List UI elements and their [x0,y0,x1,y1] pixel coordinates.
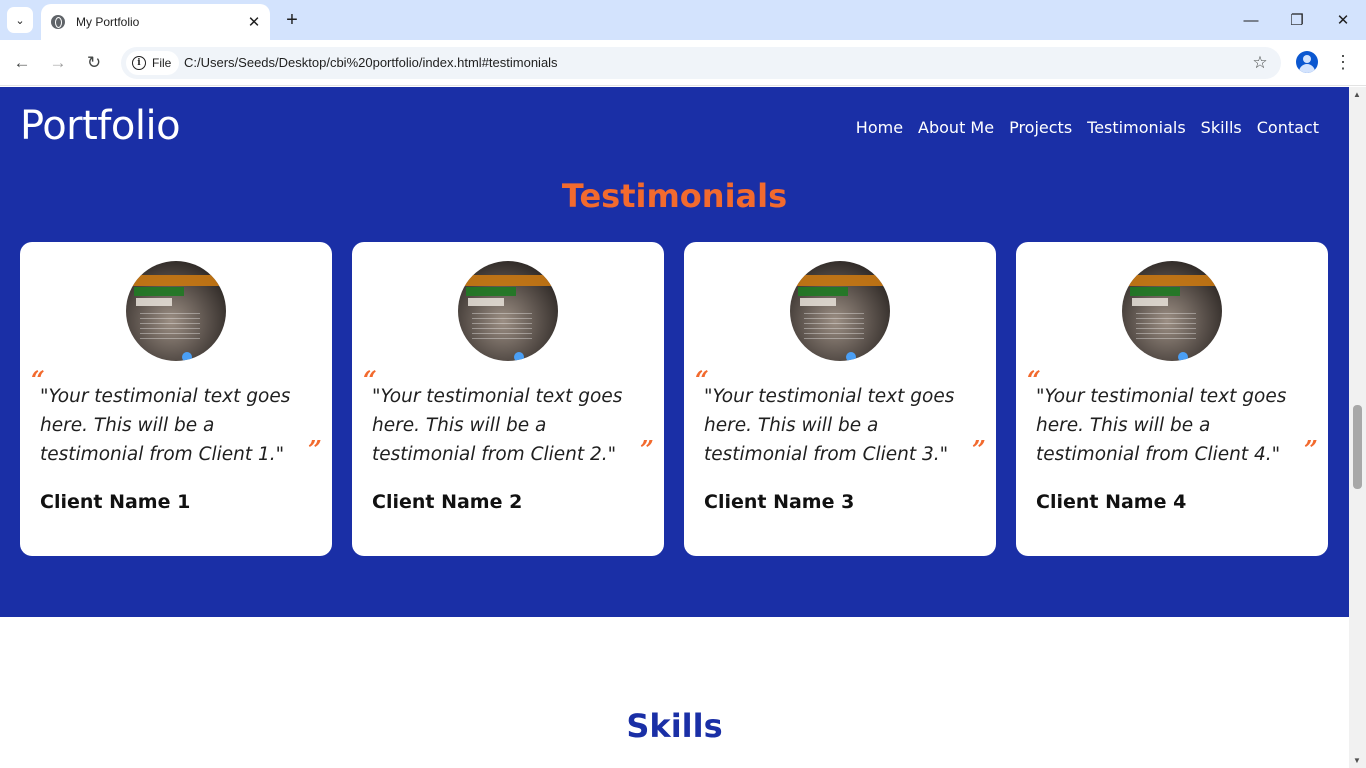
nav-link-contact[interactable]: Contact [1257,118,1319,137]
site-logo[interactable]: Portfolio [20,103,181,149]
scrollbar-thumb[interactable] [1353,405,1362,489]
testimonial-card: “ "Your testimonial text goes here. This… [1016,242,1328,556]
plus-icon[interactable]: + [280,8,304,32]
close-window-icon[interactable]: ✕ [1328,6,1358,34]
profile-icon[interactable] [1296,51,1318,73]
client-name: Client Name 3 [704,491,855,513]
client-avatar [458,261,558,361]
restore-icon[interactable]: ❐ [1282,6,1312,34]
nav-link-about-me[interactable]: About Me [918,118,994,137]
info-icon: i [132,56,146,70]
reload-icon[interactable]: ↻ [80,49,108,77]
kebab-menu-icon[interactable]: ⋮ [1332,51,1354,73]
client-avatar [126,261,226,361]
nav-link-testimonials[interactable]: Testimonials [1087,118,1186,137]
client-avatar [790,261,890,361]
testimonial-text: "Your testimonial text goes here. This w… [40,386,291,465]
forward-arrow-icon[interactable]: → [44,49,72,77]
testimonials-section: Portfolio Home About Me Projects Testimo… [0,87,1349,617]
page-viewport: Portfolio Home About Me Projects Testimo… [0,87,1349,768]
minimize-icon[interactable]: — [1236,6,1266,34]
testimonial-text: "Your testimonial text goes here. This w… [372,386,623,465]
close-quote-icon: ” [972,435,986,464]
testimonial-text: "Your testimonial text goes here. This w… [1036,386,1287,465]
back-arrow-icon[interactable]: ← [8,49,36,77]
address-bar[interactable]: i File C:/Users/Seeds/Desktop/cbi%20port… [121,47,1281,79]
client-name: Client Name 1 [40,491,191,513]
site-chip-label: File [152,56,172,70]
scroll-down-icon[interactable]: ▼ [1353,756,1361,765]
testimonial-text: "Your testimonial text goes here. This w… [704,386,955,465]
tab-strip: ⌄ My Portfolio ✕ + — ❐ ✕ [0,0,1366,40]
client-name: Client Name 2 [372,491,523,513]
testimonial-card: “ "Your testimonial text goes here. This… [352,242,664,556]
testimonial-card: “ "Your testimonial text goes here. This… [684,242,996,556]
testimonial-card: “ "Your testimonial text goes here. This… [20,242,332,556]
site-nav: Home About Me Projects Testimonials Skil… [856,118,1319,137]
browser-tab[interactable]: My Portfolio ✕ [41,4,270,40]
chevron-down-icon[interactable]: ⌄ [7,7,33,33]
close-quote-icon: ” [308,435,322,464]
nav-link-home[interactable]: Home [856,118,903,137]
site-info-chip[interactable]: i File [126,51,180,75]
skills-heading: Skills [626,707,723,745]
client-avatar [1122,261,1222,361]
scroll-up-icon[interactable]: ▲ [1353,90,1361,99]
close-quote-icon: ” [640,435,654,464]
nav-link-skills[interactable]: Skills [1201,118,1242,137]
close-quote-icon: ” [1304,435,1318,464]
browser-toolbar: ← → ↻ i File C:/Users/Seeds/Desktop/cbi%… [0,40,1366,86]
tab-title: My Portfolio [76,15,140,29]
nav-link-projects[interactable]: Projects [1009,118,1072,137]
close-icon[interactable]: ✕ [244,12,264,32]
star-icon[interactable]: ☆ [1248,51,1272,75]
testimonials-heading: Testimonials [561,177,788,215]
testimonial-cards: “ "Your testimonial text goes here. This… [20,242,1328,556]
page-scrollbar[interactable]: ▲ ▼ [1349,87,1366,768]
url-text[interactable]: C:/Users/Seeds/Desktop/cbi%20portfolio/i… [184,55,558,70]
globe-icon [51,15,65,29]
client-name: Client Name 4 [1036,491,1187,513]
